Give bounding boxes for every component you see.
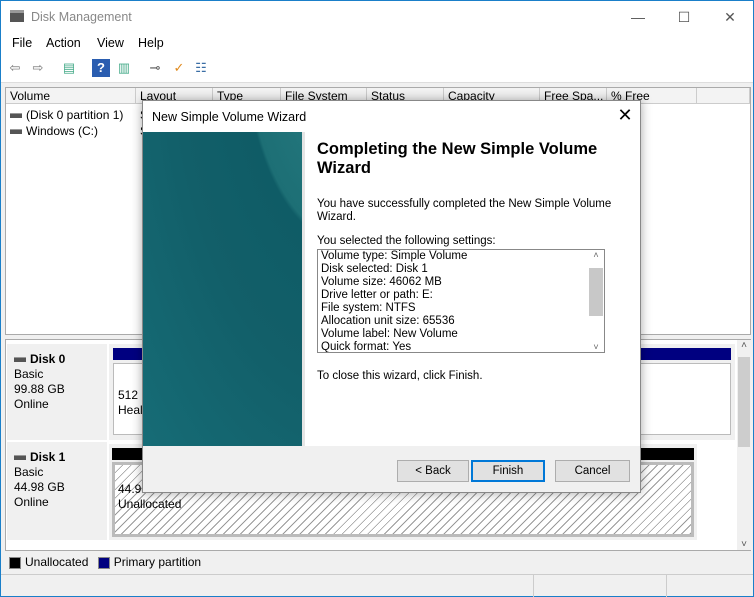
connect-disk-icon[interactable]: ⊸ <box>146 59 164 77</box>
finish-button[interactable]: Finish <box>471 460 545 482</box>
cancel-button[interactable]: Cancel <box>555 460 630 482</box>
window-title: Disk Management <box>31 10 132 24</box>
disk-management-icon <box>10 10 24 22</box>
drive-icon <box>10 113 22 119</box>
new-simple-volume-wizard-dialog: New Simple Volume Wizard ✕ Completing th… <box>142 100 641 493</box>
legend-item-primary: Primary partition <box>97 555 202 569</box>
close-button[interactable]: ✕ <box>707 5 753 29</box>
dialog-close-button[interactable]: ✕ <box>613 105 637 126</box>
show-action-pane-icon[interactable]: ▥ <box>115 59 133 77</box>
toolbar: ⇦ ⇨ ▤ ? ▥ ⊸ ✓ ☷ <box>1 54 753 83</box>
disk-type: Basic <box>14 465 44 479</box>
status-divider <box>666 575 667 597</box>
title-bar: Disk Management — ☐ ✕ <box>1 1 753 32</box>
menu-action[interactable]: Action <box>46 36 81 50</box>
setting-line: Volume size: 46062 MB <box>321 276 442 288</box>
table-row[interactable]: (Disk 0 partition 1) <box>10 107 123 123</box>
wizard-intro: You have successfully completed the New … <box>317 198 612 223</box>
close-hint: To close this wizard, click Finish. <box>317 370 483 382</box>
back-button[interactable]: < Back <box>397 460 469 482</box>
properties-icon[interactable]: ✓ <box>170 59 188 77</box>
disk-status: Online <box>14 495 49 509</box>
back-arrow-icon[interactable]: ⇦ <box>6 59 24 77</box>
column-header-blank <box>697 88 750 104</box>
legend-label: Primary partition <box>113 555 202 569</box>
legend: Unallocated Primary partition <box>5 552 751 572</box>
menu-bar: File Action View Help <box>1 32 753 54</box>
wizard-content: Completing the New Simple Volume Wizard … <box>302 132 640 446</box>
setting-line: Drive letter or path: E: <box>321 289 433 301</box>
disk-icon <box>14 455 26 461</box>
scroll-thumb[interactable] <box>738 357 750 447</box>
disk-size: 99.88 GB <box>14 382 65 396</box>
legend-label: Unallocated <box>25 555 89 569</box>
partition-status: Unallocated <box>118 497 182 511</box>
wizard-heading: Completing the New Simple Volume Wizard <box>317 140 598 177</box>
settings-list-icon[interactable]: ☷ <box>192 59 210 77</box>
show-hide-console-icon[interactable]: ▤ <box>60 59 78 77</box>
legend-swatch <box>9 556 21 569</box>
setting-line: Quick format: Yes <box>321 341 412 353</box>
menu-help[interactable]: Help <box>138 36 164 50</box>
setting-line: File system: NTFS <box>321 302 416 314</box>
setting-line: Disk selected: Disk 1 <box>321 263 428 275</box>
disk-size: 44.98 GB <box>14 480 65 494</box>
settings-scrollbar[interactable]: ˄ ˅ <box>588 250 604 352</box>
volume-name: (Disk 0 partition 1) <box>26 108 124 122</box>
menu-file[interactable]: File <box>12 36 32 50</box>
column-header-volume[interactable]: Volume <box>6 88 136 104</box>
scroll-thumb[interactable] <box>589 268 603 316</box>
forward-arrow-icon[interactable]: ⇨ <box>29 59 47 77</box>
menu-view[interactable]: View <box>97 36 124 50</box>
settings-label: You selected the following settings: <box>317 235 496 247</box>
scroll-up-icon[interactable]: ˄ <box>588 250 604 260</box>
setting-line: Allocation unit size: 65536 <box>321 315 455 327</box>
disk-name: Disk 0 <box>30 352 66 366</box>
dialog-title: New Simple Volume Wizard <box>152 110 307 124</box>
disk-status: Online <box>14 397 49 411</box>
help-icon[interactable]: ? <box>92 59 110 77</box>
scroll-down-icon[interactable]: ˅ <box>737 539 751 550</box>
vertical-scrollbar[interactable]: ˄ ˅ <box>737 340 751 550</box>
setting-line: Volume type: Simple Volume <box>321 250 468 262</box>
scroll-down-icon[interactable]: ˅ <box>588 342 604 352</box>
status-bar <box>1 574 753 597</box>
dialog-title-bar: New Simple Volume Wizard ✕ <box>143 101 640 132</box>
volume-name: Windows (C:) <box>26 124 99 138</box>
table-row[interactable]: Windows (C:) <box>10 123 98 139</box>
maximize-button[interactable]: ☐ <box>661 5 707 29</box>
status-divider <box>533 575 534 597</box>
minimize-button[interactable]: — <box>615 5 661 29</box>
disk-1-label[interactable]: Disk 1 Basic 44.98 GB Online <box>7 442 107 540</box>
disk-name: Disk 1 <box>30 450 66 464</box>
scroll-up-icon[interactable]: ˄ <box>737 340 751 351</box>
disk-icon <box>14 357 26 363</box>
legend-item-unallocated: Unallocated <box>9 555 88 569</box>
setting-line: Volume label: New Volume <box>321 328 458 340</box>
drive-icon <box>10 129 22 135</box>
disk-type: Basic <box>14 367 44 381</box>
disk-0-label[interactable]: Disk 0 Basic 99.88 GB Online <box>7 344 107 440</box>
wizard-banner-image <box>143 132 302 446</box>
legend-swatch <box>97 556 110 569</box>
settings-summary-box[interactable]: Volume type: Simple Volume Disk selected… <box>317 249 605 353</box>
